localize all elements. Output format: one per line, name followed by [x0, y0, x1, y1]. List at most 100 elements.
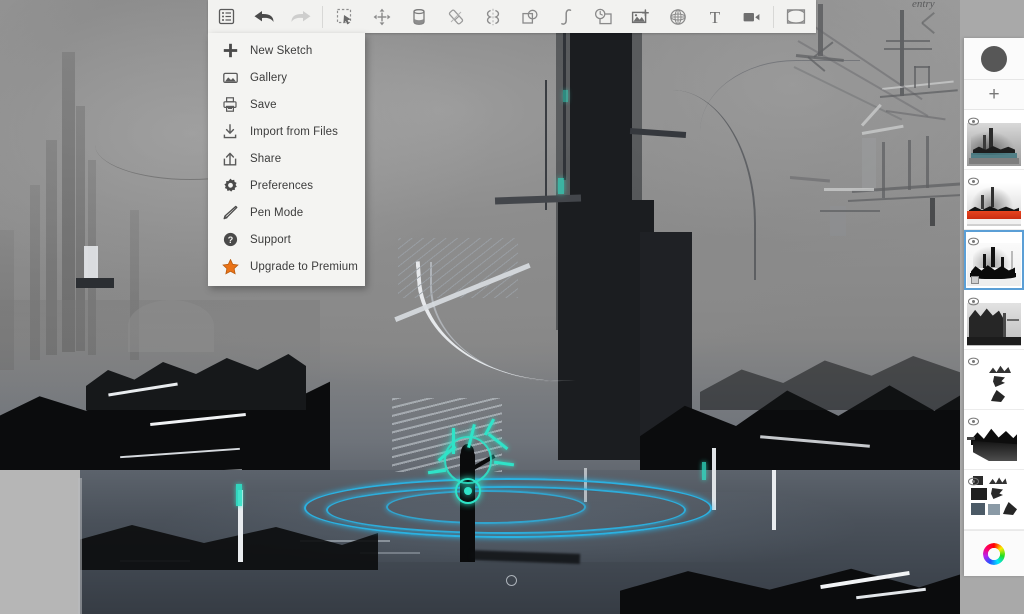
eraser-icon[interactable] [437, 0, 474, 33]
select-icon[interactable] [326, 0, 363, 33]
menu-item-label: Upgrade to Premium [250, 261, 358, 273]
rough-sketch-region: entry [790, 0, 960, 250]
light-post-2 [712, 448, 716, 510]
shape-boolean-icon[interactable] [511, 0, 548, 33]
eye-icon[interactable] [968, 173, 979, 182]
eye-icon[interactable] [968, 113, 979, 122]
pen-icon [218, 205, 242, 220]
layer-thumbnail [967, 303, 1021, 346]
toolbar-divider-2 [773, 6, 774, 28]
menu-item-upgrade-to-premium[interactable]: Upgrade to Premium [208, 253, 365, 280]
current-color-button[interactable] [964, 38, 1024, 80]
menu-item-new-sketch[interactable]: New Sketch [208, 37, 365, 64]
spark-2 [452, 428, 455, 454]
glint-right [702, 462, 706, 480]
undo-icon[interactable] [245, 0, 282, 33]
spire-window-glow [558, 178, 564, 194]
menu-item-label: Share [250, 153, 281, 165]
cliff-outpost [84, 246, 98, 280]
glow-ring-inner [386, 490, 586, 524]
transform-icon[interactable] [363, 0, 400, 33]
figure-chest-core [464, 487, 472, 495]
canvas-size-icon[interactable] [777, 0, 814, 33]
svg-text:?: ? [227, 235, 233, 245]
toolbar-divider-1 [322, 6, 323, 28]
eye-icon[interactable] [968, 353, 979, 362]
sketch-annotation: entry [912, 0, 935, 10]
gear-icon [218, 178, 242, 193]
redo-icon[interactable] [282, 0, 319, 33]
layer-thumbnail [967, 423, 1021, 466]
layer-item[interactable] [964, 350, 1024, 410]
menu-icon[interactable] [208, 0, 245, 33]
current-color-swatch [981, 46, 1007, 72]
menu-item-preferences[interactable]: Preferences [208, 172, 365, 199]
layers-sidebar[interactable]: + [960, 0, 1024, 614]
eye-icon[interactable] [968, 293, 979, 302]
menu-item-label: Preferences [250, 180, 313, 192]
menu-item-gallery[interactable]: Gallery [208, 64, 365, 91]
menu-item-label: Pen Mode [250, 207, 303, 219]
import-icon [218, 124, 242, 139]
layers-panel: + [964, 38, 1024, 576]
menu-item-label: Save [250, 99, 277, 111]
cliff-arch-hole [128, 300, 214, 352]
toolbar-group-canvas [777, 0, 814, 33]
layer-item[interactable] [964, 290, 1024, 350]
ground-marker-icon [506, 575, 517, 586]
cliff-outpost-base [76, 278, 114, 288]
layer-thumbnail [967, 363, 1021, 406]
menu-item-import-from-files[interactable]: Import from Files [208, 118, 365, 145]
eye-icon[interactable] [968, 413, 979, 422]
bridge-girder [398, 238, 518, 298]
toolbar-group-tools: T [326, 0, 770, 33]
top-toolbar[interactable]: T [208, 0, 816, 33]
help-icon: ? [218, 232, 242, 247]
layer-item[interactable] [964, 170, 1024, 230]
color-wheel-icon [983, 543, 1005, 565]
eye-icon[interactable] [968, 233, 979, 242]
app-window: entry [0, 0, 1024, 614]
layer-item[interactable] [964, 470, 1024, 530]
share-icon [218, 151, 242, 166]
save-icon [218, 97, 242, 112]
menu-item-pen-mode[interactable]: Pen Mode [208, 199, 365, 226]
record-video-icon[interactable] [733, 0, 770, 33]
light-post-3 [772, 470, 776, 530]
glint-left [236, 484, 242, 506]
gallery-icon [218, 71, 242, 84]
add-layer-button[interactable]: + [964, 80, 1024, 110]
canvas-edge [78, 478, 82, 614]
main-menu-dropdown[interactable]: New Sketch Gallery Save [208, 33, 365, 286]
layer-item[interactable] [964, 110, 1024, 170]
color-wheel-button[interactable] [964, 530, 1024, 576]
layer-thumbnail [967, 243, 1021, 286]
menu-item-share[interactable]: Share [208, 145, 365, 172]
text-tool-icon[interactable]: T [696, 0, 733, 33]
menu-item-label: Gallery [250, 72, 287, 84]
history-icon[interactable] [585, 0, 622, 33]
layer-thumbnail [967, 123, 1021, 166]
menu-item-label: Support [250, 234, 291, 246]
add-image-icon[interactable] [622, 0, 659, 33]
symmetry-icon[interactable] [474, 0, 511, 33]
menu-item-support[interactable]: ? Support [208, 226, 365, 253]
bucket-fill-icon[interactable] [400, 0, 437, 33]
layer-item[interactable] [964, 230, 1024, 290]
toolbar-group-file [208, 0, 319, 33]
menu-item-label: Import from Files [250, 126, 338, 138]
eye-icon[interactable] [968, 473, 979, 482]
spire-window-glow-2 [563, 90, 568, 102]
svg-text:T: T [709, 8, 720, 26]
star-icon [218, 259, 242, 275]
perspective-grid-icon[interactable] [659, 0, 696, 33]
curve-icon[interactable] [548, 0, 585, 33]
menu-item-label: New Sketch [250, 45, 312, 57]
spire-antenna-2 [545, 80, 547, 210]
layer-thumbnail [967, 183, 1021, 226]
plus-icon [218, 43, 242, 58]
menu-item-save[interactable]: Save [208, 91, 365, 118]
layer-item[interactable] [964, 410, 1024, 470]
artwork-canvas[interactable]: entry [0, 0, 960, 614]
canvas-left-gutter [0, 470, 80, 614]
